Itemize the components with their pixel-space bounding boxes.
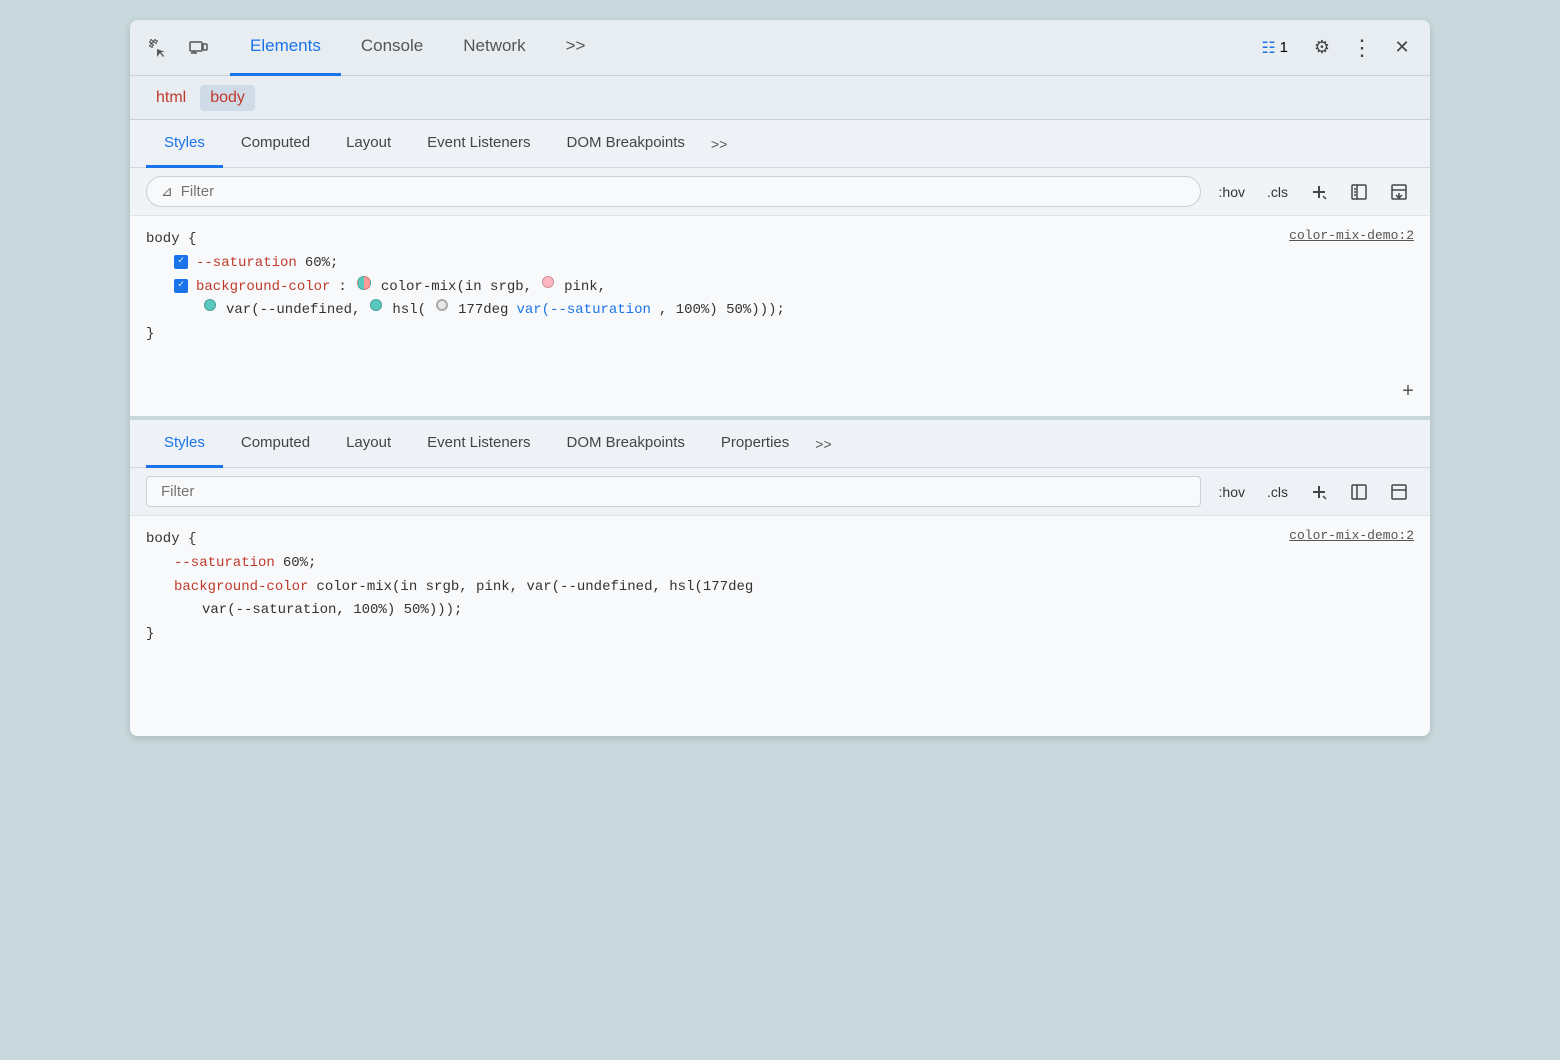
breadcrumb: html body [130,76,1430,120]
hsl-circle-indicator[interactable] [436,299,448,311]
more-button[interactable]: ⋮ [1346,32,1378,64]
prop-background-color: background-color : color-mix(in srgb, pi… [146,276,1414,300]
subtab-dom-breakpoints-1[interactable]: DOM Breakpoints [549,120,703,168]
filter-icon-top: ⊿ [161,183,173,200]
code-panel-bottom: color-mix-demo:2 body { --saturation 60%… [130,516,1430,736]
gear-icon: ⚙ [1314,37,1330,58]
code-source-top[interactable]: color-mix-demo:2 [1289,228,1414,243]
filter-bar-bottom: :hov .cls [130,468,1430,516]
panel-bottom: Styles Computed Layout Event Listeners D… [130,420,1430,736]
teal-swatch-2[interactable] [370,299,382,311]
prop-background-bottom: background-color color-mix(in srgb, pink… [146,576,1414,600]
device-icon[interactable] [182,32,214,64]
messages-badge[interactable]: ☷ 1 [1251,34,1298,62]
subtab-event-listeners-1[interactable]: Event Listeners [409,120,548,168]
subtab-styles-1[interactable]: Styles [146,120,223,168]
filter-bar-top: ⊿ :hov .cls [130,168,1430,216]
pink-swatch[interactable] [542,276,554,288]
subtab-layout-1[interactable]: Layout [328,120,409,168]
subtab-properties-2[interactable]: Properties [703,420,807,468]
subtab-computed-2[interactable]: Computed [223,420,328,468]
settings-button[interactable]: ⚙ [1306,32,1338,64]
subtab-more-2[interactable]: >> [807,436,839,452]
cursor-icon[interactable] [142,32,174,64]
breadcrumb-html[interactable]: html [146,85,196,111]
tab-more[interactable]: >> [546,20,606,76]
close-icon: ✕ [1394,37,1409,58]
devtools-toolbar: Elements Console Network >> ☷ 1 ⚙ ⋮ [130,20,1430,76]
code-panel-top: color-mix-demo:2 body { --saturation 60%… [130,216,1430,416]
main-tab-nav: Elements Console Network >> [230,20,1247,76]
code-selector-top: body { [146,228,1414,252]
code-source-bottom[interactable]: color-mix-demo:2 [1289,528,1414,543]
add-rule-button-bottom[interactable] [1304,477,1334,507]
filter-input-bottom[interactable] [161,483,1186,500]
checkbox-saturation[interactable] [174,255,188,269]
tab-console[interactable]: Console [341,20,443,76]
filter-actions-bottom: :hov .cls [1213,477,1414,507]
subtab-more-1[interactable]: >> [703,136,735,152]
sub-tabs-top: Styles Computed Layout Event Listeners D… [130,120,1430,168]
panel-top: Styles Computed Layout Event Listeners D… [130,120,1430,420]
cls-button-top[interactable]: .cls [1261,180,1294,204]
tab-network[interactable]: Network [443,20,545,76]
code-closing-top: } [146,323,1414,347]
filter-input-wrap-bottom[interactable] [146,476,1201,507]
add-rule-button-top[interactable] [1304,177,1334,207]
expand-panel-button-top[interactable] [1384,177,1414,207]
prop-saturation-bottom: --saturation 60%; [146,552,1414,576]
teal-swatch-1[interactable] [204,299,216,311]
cls-button-bottom[interactable]: .cls [1261,480,1294,504]
hov-button-bottom[interactable]: :hov [1213,480,1251,504]
prop-background-color-cont: var(--undefined, hsl( 177deg var(--satur… [146,299,1414,323]
close-button[interactable]: ✕ [1386,32,1418,64]
filter-input-wrap-top[interactable]: ⊿ [146,176,1201,207]
expand-panel-button-bottom[interactable] [1384,477,1414,507]
sub-tabs-bottom: Styles Computed Layout Event Listeners D… [130,420,1430,468]
subtab-computed-1[interactable]: Computed [223,120,328,168]
more-icon: ⋮ [1351,35,1373,61]
color-mix-swatch[interactable] [357,276,371,290]
subtab-dom-breakpoints-2[interactable]: DOM Breakpoints [549,420,703,468]
toggle-sidebar-button-top[interactable] [1344,177,1374,207]
subtab-styles-2[interactable]: Styles [146,420,223,468]
add-property-button-top[interactable]: + [1402,381,1414,404]
filter-input-top[interactable] [181,183,1186,200]
code-closing-bottom: } [146,623,1414,647]
filter-actions-top: :hov .cls [1213,177,1414,207]
tab-elements[interactable]: Elements [230,20,341,76]
breadcrumb-body[interactable]: body [200,85,255,111]
subtab-layout-2[interactable]: Layout [328,420,409,468]
subtab-event-listeners-2[interactable]: Event Listeners [409,420,548,468]
messages-icon: ☷ [1261,38,1275,58]
toggle-sidebar-button-bottom[interactable] [1344,477,1374,507]
prop-saturation: --saturation 60%; [146,252,1414,276]
hov-button-top[interactable]: :hov [1213,180,1251,204]
toolbar-icons [142,32,214,64]
toolbar-right: ☷ 1 ⚙ ⋮ ✕ [1251,32,1418,64]
prop-background-cont-bottom: var(--saturation, 100%) 50%))); [146,599,1414,623]
code-selector-bottom: body { [146,528,1414,552]
checkbox-background-color[interactable] [174,279,188,293]
